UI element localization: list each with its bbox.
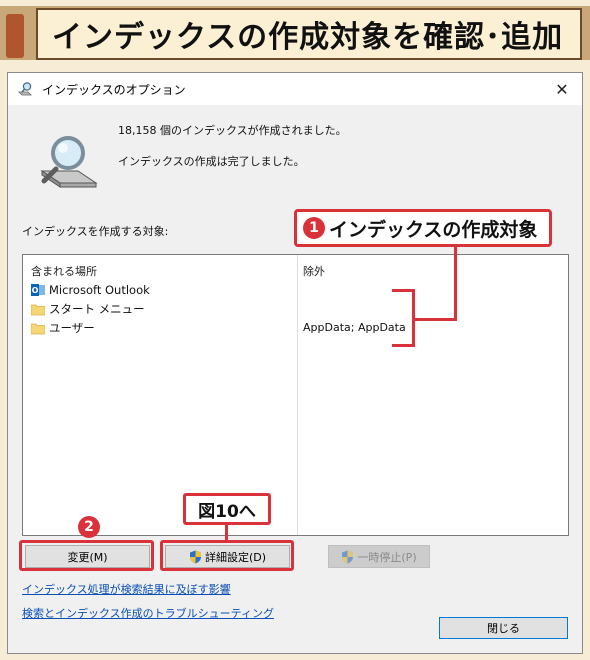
troubleshoot-link[interactable]: 検索とインデックス作成のトラブルシューティング [22, 605, 274, 621]
callout-number-2: 2 [78, 516, 100, 538]
column-separator [297, 255, 298, 535]
header-title-box: インデックスの作成対象を確認･追加 [36, 8, 582, 60]
close-icon: ✕ [555, 79, 569, 99]
list-item-outlook[interactable]: O Microsoft Outlook [31, 281, 150, 299]
column-header-included[interactable]: 含まれる場所 [31, 263, 97, 279]
folder-icon [31, 304, 45, 316]
highlight-advanced-button [160, 540, 294, 571]
highlight-modify-button [19, 540, 154, 571]
highlight-bracket [392, 344, 415, 347]
folder-icon [31, 323, 45, 335]
indexing-options-icon [18, 82, 32, 96]
shield-icon [342, 550, 354, 563]
title-bar[interactable]: インデックスのオプション ✕ [8, 73, 582, 105]
index-count-text: 18,158 個のインデックスが作成されました。 [118, 124, 347, 137]
outlook-icon: O [31, 284, 45, 296]
callout-number: 1 [303, 217, 325, 239]
index-status-text: インデックスの作成は完了しました。 [118, 155, 305, 168]
indexed-locations-list[interactable]: 含まれる場所 除外 O Microsoft Outlook スタート メニュー … [22, 254, 569, 536]
indexing-affects-search-link[interactable]: インデックス処理が検索結果に及ぼす影響 [22, 581, 231, 597]
svg-text:O: O [32, 286, 39, 295]
locations-label: インデックスを作成する対象: [22, 225, 169, 238]
close-button[interactable]: 閉じる [439, 617, 568, 639]
highlight-bracket [412, 289, 415, 347]
callout-connector [225, 525, 228, 541]
callout-index-targets: 1 インデックスの作成対象 [294, 209, 552, 247]
column-header-excluded[interactable]: 除外 [303, 263, 325, 279]
list-item-label: スタート メニュー [49, 302, 145, 316]
close-window-button[interactable]: ✕ [542, 73, 582, 105]
callout-text: インデックスの作成対象 [329, 218, 538, 241]
list-item-label: Microsoft Outlook [49, 283, 150, 297]
list-item-users[interactable]: ユーザー [31, 319, 95, 337]
callout-connector [414, 318, 457, 321]
list-item-excluded: AppData; AppData [303, 321, 406, 334]
highlight-bracket [392, 289, 415, 292]
callout-figure-ref: 図10へ [183, 493, 271, 525]
page-title: インデックスの作成対象を確認･追加 [52, 20, 564, 55]
window-title: インデックスのオプション [42, 82, 186, 97]
callout-connector [454, 247, 457, 320]
pause-button-label: 一時停止(P) [357, 550, 417, 564]
list-item-label: ユーザー [49, 321, 95, 335]
header-accent [6, 14, 24, 58]
close-button-label: 閉じる [487, 622, 520, 635]
pause-button[interactable]: 一時停止(P) [328, 545, 430, 568]
indexing-status-icon [40, 136, 98, 188]
list-item-start-menu[interactable]: スタート メニュー [31, 300, 145, 318]
